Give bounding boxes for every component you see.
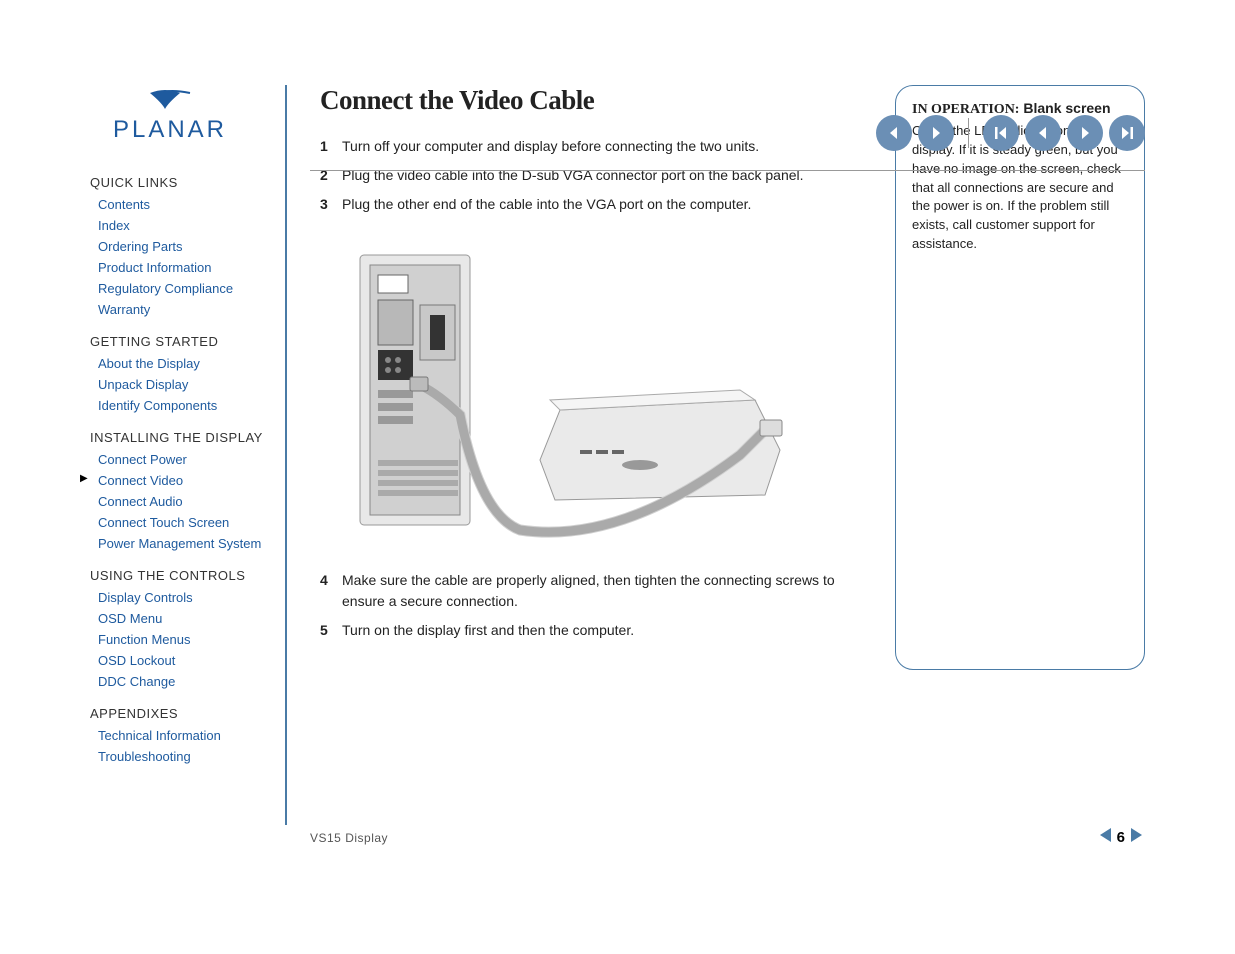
nav-item-osd-lockout[interactable]: OSD Lockout bbox=[90, 650, 290, 671]
nav-item-identify-components[interactable]: Identify Components bbox=[90, 395, 290, 416]
nav-last-button[interactable] bbox=[1109, 115, 1145, 151]
nav-item-connect-audio[interactable]: Connect Audio bbox=[90, 491, 290, 512]
nav-item-index[interactable]: Index bbox=[90, 215, 290, 236]
nav-item-ordering-parts[interactable]: Ordering Parts bbox=[90, 236, 290, 257]
step-2: 2Plug the video cable into the D-sub VGA… bbox=[320, 165, 875, 186]
nav-next-button[interactable] bbox=[1067, 115, 1103, 151]
nav-heading: QUICK LINKS bbox=[90, 175, 290, 190]
info-callout: IN OPERATION: Blank screen Check the LED… bbox=[895, 85, 1145, 670]
nav-forward-button[interactable] bbox=[918, 115, 954, 151]
nav-first-button[interactable] bbox=[983, 115, 1019, 151]
nav-item-connect-video[interactable]: Connect Video bbox=[90, 470, 290, 491]
nav-item-connect-touch-screen[interactable]: Connect Touch Screen bbox=[90, 512, 290, 533]
nav-item-troubleshooting[interactable]: Troubleshooting bbox=[90, 746, 290, 767]
nav-item-contents[interactable]: Contents bbox=[90, 194, 290, 215]
nav-heading: GETTING STARTED bbox=[90, 334, 290, 349]
connection-illustration bbox=[320, 235, 875, 550]
nav-item-function-menus[interactable]: Function Menus bbox=[90, 629, 290, 650]
svg-text:PLANAR: PLANAR bbox=[113, 116, 227, 143]
footer: VS15 Display 6 bbox=[310, 826, 1145, 849]
nav-item-ddc-change[interactable]: DDC Change bbox=[90, 671, 290, 692]
top-nav-buttons bbox=[876, 115, 1145, 151]
nav-item-display-controls[interactable]: Display Controls bbox=[90, 587, 290, 608]
footer-prev-button[interactable] bbox=[1097, 826, 1113, 849]
nav-item-about-the-display[interactable]: About the Display bbox=[90, 353, 290, 374]
footer-product: VS15 Display bbox=[310, 831, 388, 845]
nav-item-regulatory-compliance[interactable]: Regulatory Compliance bbox=[90, 278, 290, 299]
brand-logo: PLANAR bbox=[90, 85, 290, 155]
nav-item-technical-information[interactable]: Technical Information bbox=[90, 725, 290, 746]
page-title: Connect the Video Cable bbox=[320, 85, 875, 116]
nav-item-unpack-display[interactable]: Unpack Display bbox=[90, 374, 290, 395]
footer-next-button[interactable] bbox=[1129, 826, 1145, 849]
main-content: Connect the Video Cable 1Turn off your c… bbox=[320, 85, 895, 781]
nav-item-warranty[interactable]: Warranty bbox=[90, 299, 290, 320]
step-1: 1Turn off your computer and display befo… bbox=[320, 136, 875, 157]
vertical-divider bbox=[285, 85, 287, 825]
title-rule bbox=[310, 170, 1145, 171]
page-number: 6 bbox=[1117, 829, 1125, 846]
step-5: 5Turn on the display first and then the … bbox=[320, 620, 875, 641]
nav-item-product-information[interactable]: Product Information bbox=[90, 257, 290, 278]
step-3: 3Plug the other end of the cable into th… bbox=[320, 194, 875, 215]
nav-separator bbox=[968, 118, 969, 148]
nav-item-power-management-system[interactable]: Power Management System bbox=[90, 533, 290, 554]
nav-item-connect-power[interactable]: Connect Power bbox=[90, 449, 290, 470]
step-4: 4Make sure the cable are properly aligne… bbox=[320, 570, 875, 612]
sidebar: PLANAR QUICK LINKS ContentsIndexOrdering … bbox=[90, 85, 290, 781]
nav-item-osd-menu[interactable]: OSD Menu bbox=[90, 608, 290, 629]
nav-back-button[interactable] bbox=[876, 115, 912, 151]
nav-heading: USING THE CONTROLS bbox=[90, 568, 290, 583]
nav-heading: APPENDIXES bbox=[90, 706, 290, 721]
nav-heading: INSTALLING THE DISPLAY bbox=[90, 430, 290, 445]
nav-prev-button[interactable] bbox=[1025, 115, 1061, 151]
